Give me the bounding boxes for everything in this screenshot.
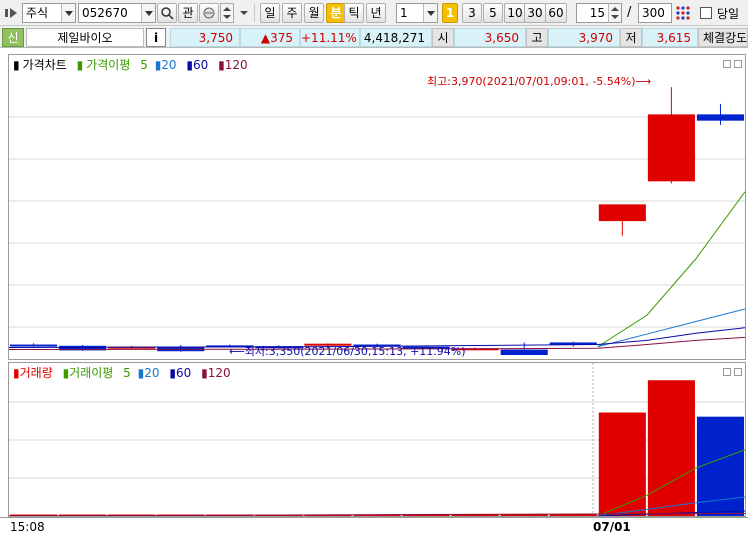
tab-yearly[interactable]: 년 <box>366 3 386 23</box>
low-annotation: ⟵최저:3,350(2021/06/30,15:13, +11.94%) <box>229 345 466 358</box>
low-label: 저 <box>620 28 642 47</box>
more-dropdown[interactable] <box>238 3 250 23</box>
menu-arrow-icon[interactable] <box>4 5 20 21</box>
legend-vol-ma20: ▮20 <box>137 366 160 380</box>
candle-body <box>696 114 745 121</box>
stock-code-input[interactable]: 052670 <box>78 3 156 23</box>
minimize-icon[interactable] <box>723 368 731 376</box>
legend-vol-ma-title: ▮거래이평 <box>62 366 114 380</box>
chevron-down-icon <box>423 4 437 22</box>
watchlist-button[interactable]: 관 <box>178 3 198 23</box>
chevron-down-icon <box>240 11 248 15</box>
ma-line-20 <box>597 308 745 348</box>
candle-body <box>9 344 58 347</box>
legend-volume: ▮거래량 <box>13 366 53 380</box>
volume-panel-window-buttons <box>720 365 742 379</box>
time-axis: 15:08 07/01 <box>0 517 748 537</box>
volume-chart-panel: ▮거래량 ▮거래이평 5 ▮20 ▮60 ▮120 <box>8 362 746 517</box>
exec-strength-label: 체결강도 <box>698 28 748 47</box>
legend-ma20: ▮20 <box>154 58 177 72</box>
info-button[interactable]: i <box>146 28 166 47</box>
candle-body <box>647 114 695 182</box>
stepper[interactable] <box>220 3 234 23</box>
same-day-checkbox[interactable] <box>700 7 712 19</box>
open-label: 시 <box>432 28 454 47</box>
volume-bar <box>549 514 597 516</box>
price-chart-panel: 최고:3,970(2021/07/01,09:01, -5.54%)⟶ ⟵최저:3… <box>8 54 746 360</box>
maximize-icon[interactable] <box>734 60 742 68</box>
legend-price: ▮ 가격차트 <box>13 58 67 72</box>
price-chart[interactable]: 최고:3,970(2021/07/01,09:01, -5.54%)⟶ ⟵최저:3… <box>9 55 745 359</box>
volume-legend: ▮거래량 ▮거래이평 5 ▮20 ▮60 ▮120 <box>13 364 237 381</box>
tab-weekly[interactable]: 주 <box>282 3 302 23</box>
tab-minute[interactable]: 분 <box>326 3 346 23</box>
volume-bar <box>647 380 695 516</box>
maximize-icon[interactable] <box>734 368 742 376</box>
candle-body <box>500 349 548 355</box>
interval-5-button[interactable]: 5 <box>483 3 503 23</box>
display-count-input[interactable]: 15 <box>576 3 622 23</box>
toolbar: 주식 052670 관 일 주 월 분 틱 년 1 1 3 5 10 30 60… <box>0 0 748 26</box>
high-label: 고 <box>526 28 548 47</box>
same-day-label: 당일 <box>717 7 740 21</box>
up-down-arrow-icon <box>223 7 231 19</box>
tab-daily[interactable]: 일 <box>260 3 280 23</box>
volume-bar <box>598 412 646 516</box>
interval-select[interactable]: 1 <box>396 3 438 23</box>
interval-3-button[interactable]: 3 <box>462 3 482 23</box>
legend-ma-title: ▮ 가격이평 <box>76 58 131 72</box>
quote-bar: 신 제일바이오 i 3,750 ▲375 +11.11% 4,418,271 시… <box>0 26 748 48</box>
candle-body <box>598 204 646 222</box>
price-panel-window-buttons <box>720 57 742 71</box>
settings-icon <box>203 7 215 19</box>
open-price: 3,650 <box>454 28 526 47</box>
volume-bar <box>696 416 745 516</box>
interval-60-button[interactable]: 60 <box>545 3 567 23</box>
date-label: 07/01 <box>593 520 631 534</box>
legend-vol-ma5: 5 <box>123 366 131 380</box>
count-separator: / <box>627 5 632 20</box>
legend-ma5: 5 <box>140 58 148 72</box>
legend-vol-ma60: ▮60 <box>169 366 192 380</box>
current-price: 3,750 <box>170 28 240 47</box>
stock-name: 제일바이오 <box>26 28 144 47</box>
search-button[interactable] <box>157 3 177 23</box>
grid-dots-icon[interactable] <box>675 5 691 24</box>
time-label: 15:08 <box>10 520 45 534</box>
change-rate: +11.11% <box>300 28 360 47</box>
interval-10-button[interactable]: 10 <box>504 3 526 23</box>
spin-icon[interactable] <box>608 4 621 22</box>
low-price: 3,615 <box>642 28 698 47</box>
volume-chart[interactable] <box>9 363 745 516</box>
legend-vol-ma120: ▮120 <box>201 366 231 380</box>
high-annotation: 최고:3,970(2021/07/01,09:01, -5.54%)⟶ <box>427 75 652 88</box>
minimize-icon[interactable] <box>723 60 731 68</box>
price-legend: ▮ 가격차트 ▮ 가격이평 5 ▮20 ▮60 ▮120 <box>13 56 254 73</box>
price-change: ▲375 <box>240 28 300 47</box>
search-icon <box>161 7 174 20</box>
tab-monthly[interactable]: 월 <box>304 3 324 23</box>
chart-settings-button[interactable] <box>199 3 219 23</box>
legend-ma120: ▮120 <box>218 58 248 72</box>
high-price: 3,970 <box>548 28 620 47</box>
market-badge: 신 <box>2 28 24 47</box>
chevron-down-icon <box>141 4 155 22</box>
interval-1-button[interactable]: 1 <box>442 3 458 23</box>
divider <box>254 4 255 22</box>
trade-volume: 4,418,271 <box>360 28 432 47</box>
chevron-down-icon <box>61 4 75 22</box>
total-count-input[interactable]: 300 <box>638 3 672 23</box>
market-type-select[interactable]: 주식 <box>22 3 76 23</box>
tab-tick[interactable]: 틱 <box>344 3 364 23</box>
interval-30-button[interactable]: 30 <box>524 3 546 23</box>
legend-ma60: ▮60 <box>186 58 209 72</box>
